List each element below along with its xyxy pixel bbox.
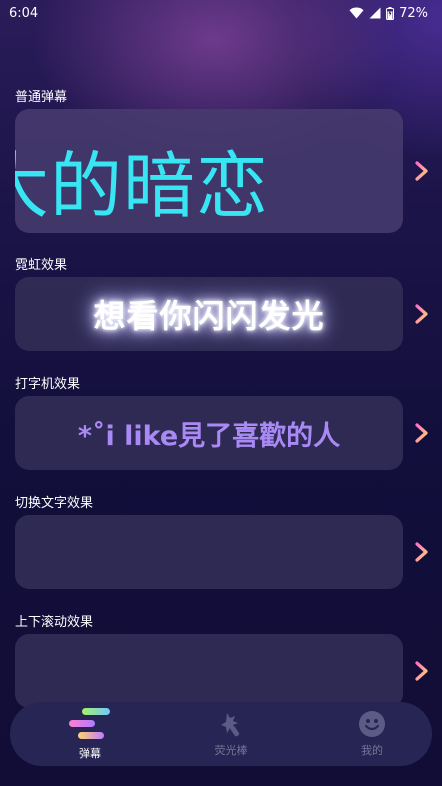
typewriter-effect-preview: *˚i like見了喜歡的人 [77,420,341,452]
section-label-typewriter: 打字机效果 [15,377,81,392]
switch-text-effect-card[interactable] [15,515,403,589]
wifi-icon [349,7,364,19]
status-time: 6:04 [9,5,39,21]
neon-effect-preview: 想看你闪闪发光 [93,297,325,335]
normal-danmaku-card[interactable]: 大的暗恋 [15,109,403,233]
glow-stick-icon [221,713,240,737]
profile-smile-icon [359,711,385,737]
status-icons: 72% [349,6,428,21]
section-label-normal: 普通弹幕 [15,90,68,105]
nav-item-danmaku[interactable]: 弹幕 [60,707,120,761]
section-label-neon: 霓虹效果 [15,258,68,273]
battery-percent: 72% [399,5,428,21]
signal-icon [369,7,381,19]
chevron-right-icon[interactable] [414,304,430,324]
vertical-scroll-effect-card[interactable] [15,634,403,708]
chevron-right-icon[interactable] [414,423,430,443]
status-bar: 6:04 72% [0,0,442,26]
neon-effect-card[interactable]: 想看你闪闪发光 [15,277,403,351]
chevron-right-icon[interactable] [414,161,430,181]
nav-label-danmaku: 弹幕 [79,747,101,760]
battery-icon [386,6,395,20]
chevron-right-icon[interactable] [414,661,430,681]
nav-item-glow-stick[interactable]: 荧光棒 [201,710,261,758]
nav-label-profile: 我的 [361,744,383,757]
section-label-vertical-scroll: 上下滚动效果 [15,615,94,630]
danmaku-icon [69,708,110,739]
chevron-right-icon[interactable] [414,542,430,562]
nav-label-glow-stick: 荧光棒 [214,744,248,757]
normal-danmaku-preview: 大的暗恋 [15,144,270,228]
section-label-switch-text: 切换文字效果 [15,496,94,511]
nav-item-profile[interactable]: 我的 [342,710,402,758]
bottom-nav: 弹幕 荧光棒 我的 [10,702,432,766]
typewriter-effect-card[interactable]: *˚i like見了喜歡的人 [15,396,403,470]
